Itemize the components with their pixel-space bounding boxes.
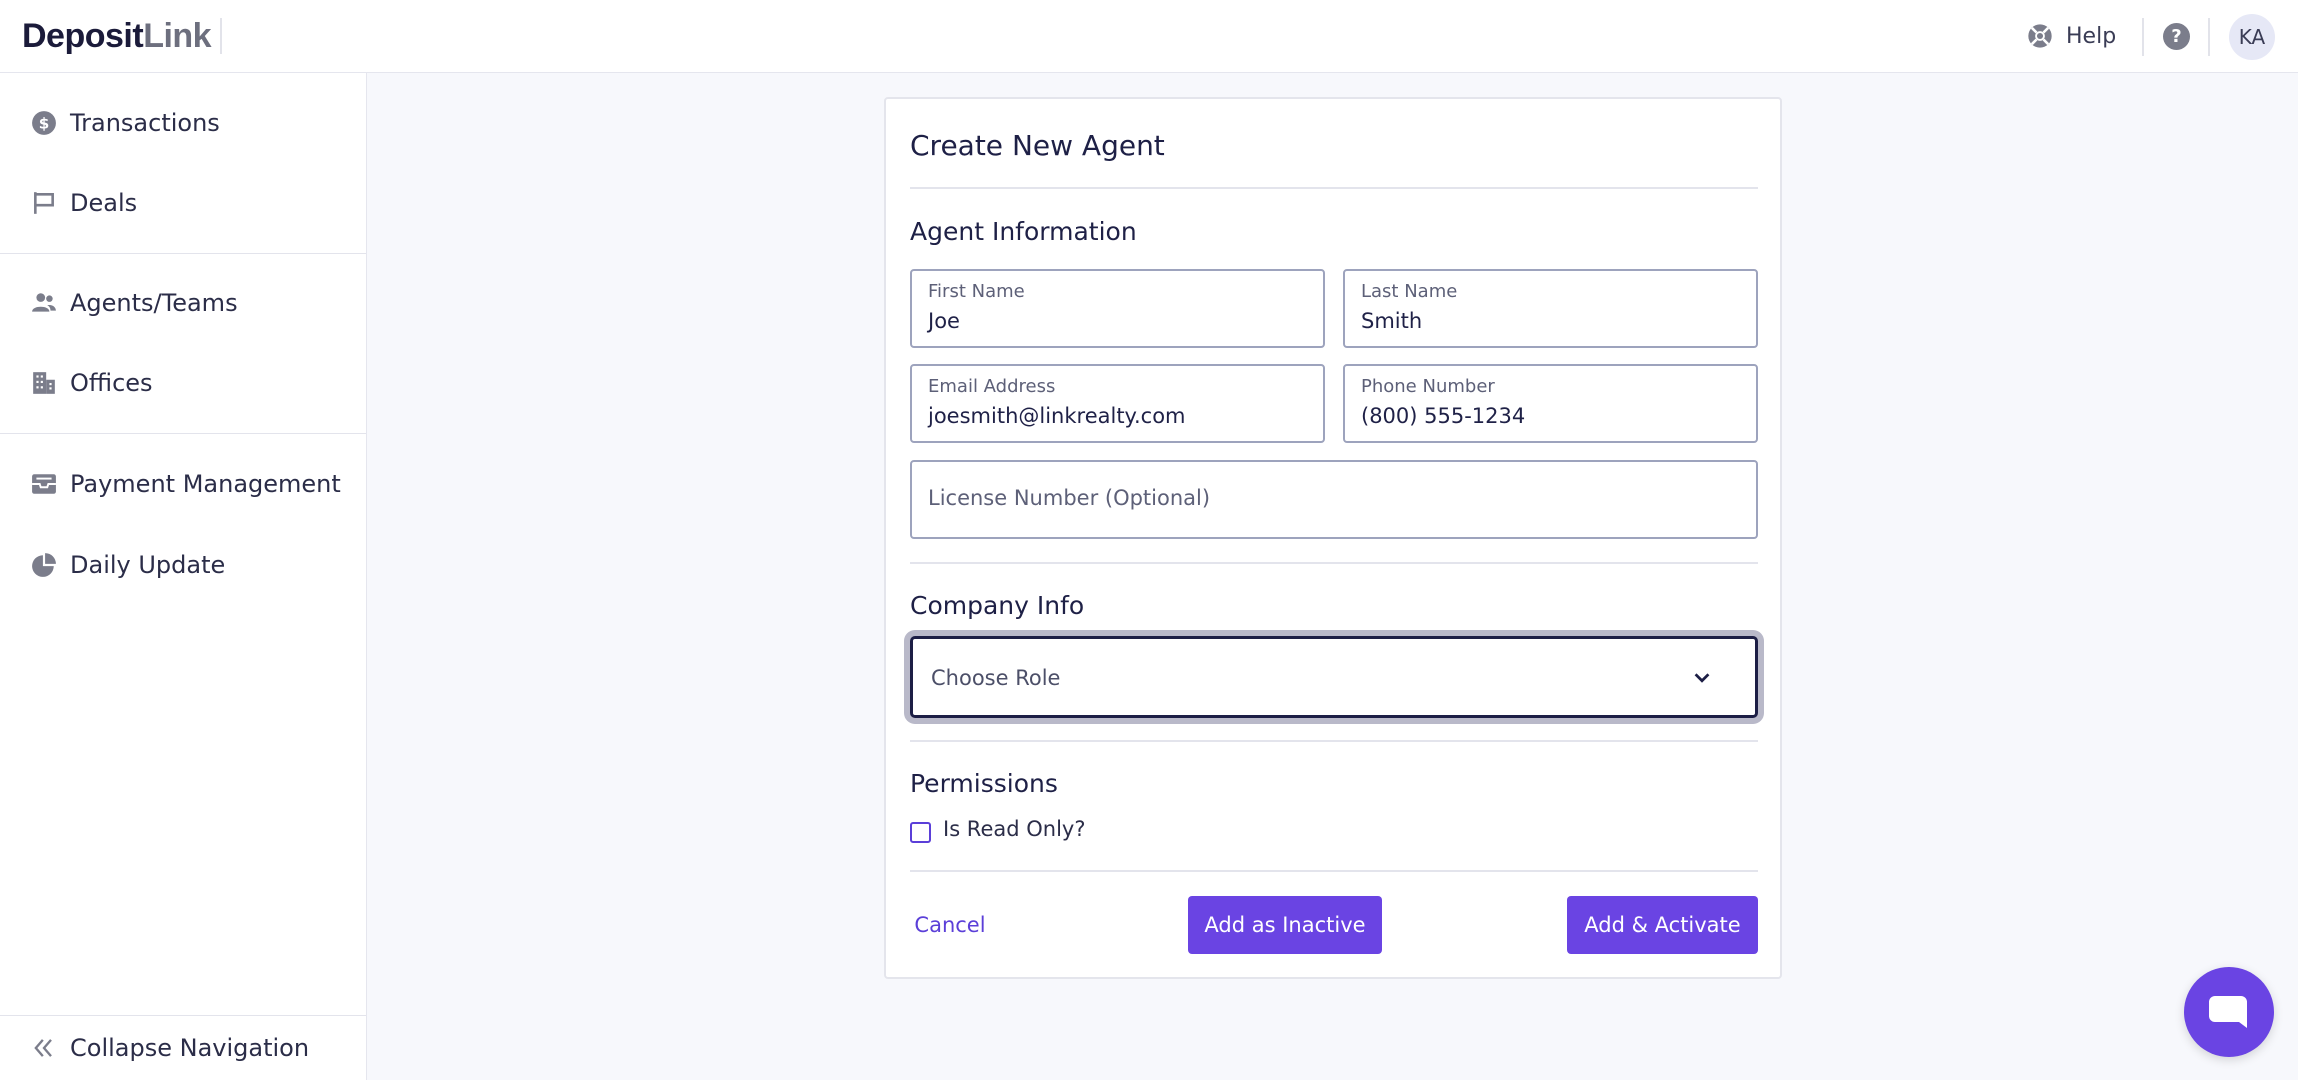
- role-select-placeholder: Choose Role: [931, 666, 1061, 690]
- read-only-checkbox[interactable]: [910, 822, 931, 843]
- sidebar: $ Transactions Deals Agents/Teams Office…: [0, 73, 367, 1080]
- question-icon[interactable]: ?: [2163, 23, 2190, 50]
- sidebar-item-daily-update[interactable]: Daily Update: [0, 535, 366, 595]
- add-and-activate-button[interactable]: Add & Activate: [1567, 896, 1758, 954]
- sidebar-divider: [0, 253, 366, 254]
- email-field[interactable]: Email Address joesmith@linkrealty.com: [910, 364, 1325, 443]
- sidebar-item-label: Transactions: [70, 109, 220, 137]
- sidebar-item-agents-teams[interactable]: Agents/Teams: [0, 273, 366, 333]
- last-name-field[interactable]: Last Name Smith: [1343, 269, 1758, 348]
- chat-launcher-button[interactable]: [2184, 967, 2274, 1057]
- logo-text-link: Link: [143, 16, 212, 55]
- people-icon: [30, 289, 58, 317]
- header-divider: [2208, 18, 2210, 56]
- license-number-field[interactable]: License Number (Optional): [910, 460, 1758, 539]
- logo-divider: [220, 18, 222, 54]
- depositlink-logo[interactable]: Deposit Link: [22, 14, 212, 58]
- agent-information-heading: Agent Information: [910, 217, 1137, 246]
- top-bar: Deposit Link Help ? KA: [0, 0, 2298, 73]
- divider: [910, 740, 1758, 742]
- collapse-navigation-label: Collapse Navigation: [70, 1034, 310, 1062]
- add-as-inactive-button[interactable]: Add as Inactive: [1188, 896, 1382, 954]
- svg-text:$: $: [39, 114, 50, 132]
- building-icon: [30, 369, 58, 397]
- role-select[interactable]: Choose Role: [910, 636, 1758, 718]
- logo-text-deposit: Deposit: [22, 16, 144, 55]
- divider: [910, 870, 1758, 872]
- create-agent-card: Create New Agent Agent Information First…: [884, 97, 1782, 979]
- phone-label: Phone Number: [1361, 376, 1495, 397]
- inbox-tray-icon: [30, 470, 58, 498]
- company-info-heading: Company Info: [910, 591, 1085, 620]
- divider: [910, 562, 1758, 564]
- cancel-button[interactable]: Cancel: [910, 896, 990, 954]
- sidebar-item-payment-management[interactable]: Payment Management: [0, 454, 366, 514]
- sidebar-item-label: Offices: [70, 369, 153, 397]
- sidebar-item-label: Payment Management: [70, 470, 341, 498]
- email-label: Email Address: [928, 376, 1056, 397]
- first-name-label: First Name: [928, 281, 1025, 302]
- flag-icon: [30, 189, 58, 217]
- permissions-heading: Permissions: [910, 769, 1058, 798]
- license-number-placeholder: License Number (Optional): [928, 486, 1211, 510]
- sidebar-item-deals[interactable]: Deals: [0, 173, 366, 233]
- email-value[interactable]: joesmith@linkrealty.com: [928, 404, 1186, 428]
- sidebar-item-label: Daily Update: [70, 551, 226, 579]
- phone-value[interactable]: (800) 555-1234: [1361, 404, 1525, 428]
- phone-field[interactable]: Phone Number (800) 555-1234: [1343, 364, 1758, 443]
- last-name-label: Last Name: [1361, 281, 1458, 302]
- chat-bubble-icon: [2209, 996, 2247, 1028]
- sidebar-divider: [0, 433, 366, 434]
- chevron-down-icon: [1694, 673, 1710, 683]
- sidebar-item-label: Agents/Teams: [70, 289, 238, 317]
- avatar[interactable]: KA: [2229, 14, 2275, 60]
- first-name-field[interactable]: First Name Joe: [910, 269, 1325, 348]
- pie-chart-icon: [30, 551, 58, 579]
- page-title: Create New Agent: [910, 129, 1165, 162]
- last-name-value[interactable]: Smith: [1361, 309, 1422, 333]
- lifebuoy-icon: [2028, 24, 2052, 48]
- double-chevron-left-icon: [34, 1039, 52, 1057]
- collapse-navigation-button[interactable]: Collapse Navigation: [0, 1015, 366, 1080]
- help-label: Help: [2066, 23, 2117, 49]
- dollar-circle-icon: $: [30, 109, 58, 137]
- header-divider: [2142, 18, 2144, 56]
- read-only-label[interactable]: Is Read Only?: [943, 817, 1086, 841]
- divider: [910, 187, 1758, 189]
- sidebar-item-transactions[interactable]: $ Transactions: [0, 93, 366, 153]
- sidebar-item-offices[interactable]: Offices: [0, 353, 366, 413]
- first-name-value[interactable]: Joe: [928, 309, 960, 333]
- sidebar-item-label: Deals: [70, 189, 138, 217]
- help-button[interactable]: Help: [2026, 20, 2116, 52]
